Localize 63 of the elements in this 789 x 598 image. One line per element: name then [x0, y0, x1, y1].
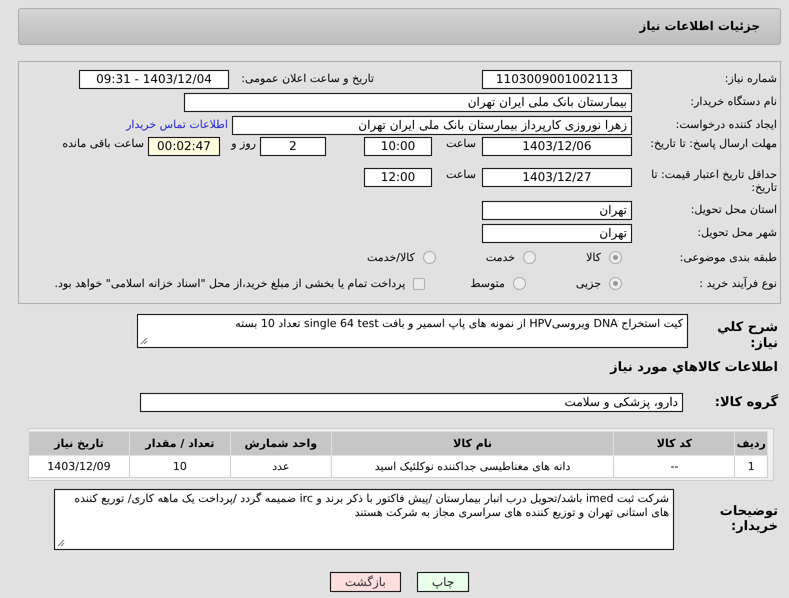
field-label: روز و [230, 137, 256, 150]
field-label: طبقه بندی موضوعی: [678, 250, 777, 264]
field-label: شماره نیاز: [724, 72, 777, 86]
table-cell: 1403/12/09 [28, 455, 130, 478]
radio-button[interactable] [523, 251, 536, 264]
field-label: ایجاد کننده درخواست: [674, 118, 777, 132]
radio-button[interactable] [512, 277, 526, 290]
table-cell: 1 [734, 455, 768, 478]
field-label: شهر محل تحویل: [696, 226, 777, 240]
field-label: نوع فرآیند خرید : [698, 276, 777, 290]
contact-link[interactable]: اطلاعات تماس خریدار [126, 118, 228, 132]
page-title: جزئیات اطلاعات نیاز [639, 19, 760, 34]
column-header: ردیف [734, 431, 768, 456]
back-button[interactable]: بازگشت [330, 572, 401, 592]
radio-button[interactable] [609, 251, 622, 264]
resize-grip-icon[interactable] [57, 538, 65, 547]
section-title: اطلاعات کالاهاي مورد نياز [610, 360, 778, 376]
field-label: شرح کلي نياز: [716, 319, 778, 352]
option-label: جزیی [576, 276, 601, 290]
field-label: حداقل تاریخ اعتبار قیمت: تا تاریخ: [650, 168, 777, 194]
field-label: تاریخ و ساعت اعلان عمومی: [240, 72, 374, 86]
field-label: گروه کالا: [714, 394, 778, 411]
announce-date-field: 1403/12/04 - 09:31 [79, 70, 229, 88]
field-label: ساعت باقی مانده [62, 137, 144, 150]
time-field: 10:00 [364, 137, 432, 156]
checkbox-label: پرداخت تمام یا بخشی از مبلغ خرید،از محل "اسناد خزانه اسلامی" خواهد بود. [54, 276, 406, 290]
remaining-time-field: 00:02:47 [148, 137, 220, 156]
radio-button[interactable] [609, 277, 622, 290]
table-cell: عدد [230, 455, 332, 478]
column-header: واحد شمارش [230, 431, 332, 456]
checkbox[interactable] [413, 278, 426, 290]
field-label: استان محل تحویل: [690, 203, 777, 217]
field-label: توضیحات خریدار: [718, 504, 778, 535]
option-label: خدمت [486, 250, 516, 264]
column-header: تاریخ نیاز [28, 431, 130, 456]
buyer-notes-field: شرکت ثبت imed باشد/تحویل درب انبار بیمارستان /پیش فاکتور با ذکر برند و irc ضمیمه گردد /پرداخت یک ماهه کاری/ توریع کننده های استانی تهران و توزیع کننده های سراسری مجاز به شرکت هستند [54, 488, 674, 550]
radio-button[interactable] [422, 251, 436, 264]
buyer-org-field: بیمارستان بانک ملی ایران تهران [184, 92, 632, 112]
requester-field: زهرا نوروزی کارپرداز بیمارستان بانک ملی ایران تهران [232, 116, 632, 134]
date-field: 1403/12/06 [482, 137, 632, 156]
option-label: کالا/خدمت [367, 250, 415, 264]
days-field: 2 [260, 137, 326, 156]
province-field: تهران [482, 200, 632, 220]
table-cell: دانه های مغناطیسی جداکننده نوکلئیک اسید [331, 455, 614, 478]
field-label: ساعت [445, 137, 476, 150]
column-header: کد کالا [614, 431, 735, 456]
print-button[interactable]: چاپ [416, 572, 470, 592]
option-label: کالا [586, 250, 601, 264]
column-header: تعداد / مقدار [129, 431, 230, 456]
field-label: مهلت ارسال پاسخ: تا تاریخ: [649, 137, 777, 150]
description-field: کیت استخراج DNA ویروسیHPV از نمونه های پاپ اسمیر و بافت single 64 test تعداد 10 بسته [137, 314, 688, 348]
resize-grip-icon[interactable] [140, 337, 148, 345]
time-field: 12:00 [364, 168, 432, 187]
table-cell: -- [614, 455, 735, 478]
field-label: ساعت [445, 168, 476, 182]
date-field: 1403/12/27 [482, 168, 632, 187]
goods-group-field: دارو، پزشکی و سلامت [140, 393, 683, 412]
field-label: نام دستگاه خریدار: [689, 95, 777, 109]
city-field: تهران [482, 224, 632, 242]
need-number-field: 1103009001002113 [482, 70, 632, 88]
option-label: متوسط [470, 276, 505, 290]
column-header: نام کالا [331, 431, 614, 456]
table-cell: 10 [129, 455, 230, 478]
